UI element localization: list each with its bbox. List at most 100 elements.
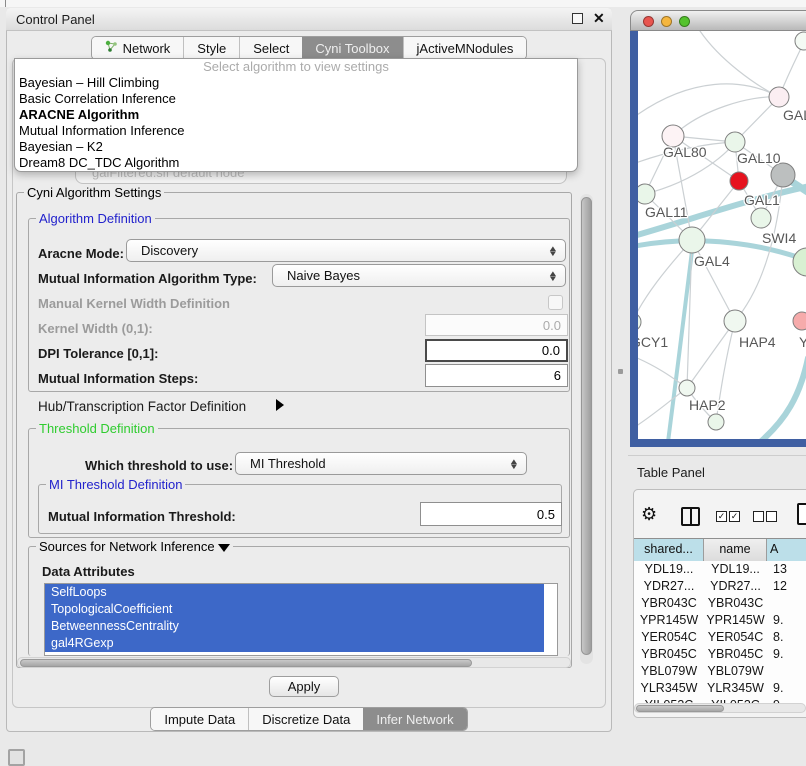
aracne-mode-label: Aracne Mode: <box>38 246 124 261</box>
network-canvas[interactable]: GALGAL80GAL10GAL1GAL11SWI4GAL4GCY1HAP4YH… <box>638 31 806 439</box>
table-hscrollbar[interactable] <box>634 703 806 713</box>
expand-arrow-icon[interactable] <box>276 399 284 411</box>
node-label-y: Y <box>799 334 806 350</box>
table-row[interactable]: YER054CYER054C8. <box>634 629 806 646</box>
dropdown-item-bayesian-hill-climbing[interactable]: Bayesian – Hill Climbing <box>15 75 577 91</box>
column-header-shared-[interactable]: shared... <box>634 539 704 561</box>
node-bottom[interactable] <box>708 414 724 430</box>
node-salmon[interactable] <box>793 312 806 330</box>
hub-section-label[interactable]: Hub/Transcription Factor Definition <box>38 399 246 414</box>
unchecked-checkbox-icon[interactable] <box>766 511 777 522</box>
node-gal10[interactable] <box>725 132 745 152</box>
settings-hscrollbar-thumb[interactable] <box>20 659 472 667</box>
tab-label: Network <box>123 41 171 56</box>
split-columns-icon[interactable] <box>681 507 700 526</box>
node-gcy1[interactable] <box>638 313 641 331</box>
settings-hscrollbar[interactable] <box>17 657 571 668</box>
tab-jactivemnodules[interactable]: jActiveMNodules <box>403 37 527 59</box>
checked-checkbox-icon[interactable]: ✓ <box>716 511 727 522</box>
tab-label: Impute Data <box>164 712 235 727</box>
tab-discretize-data[interactable]: Discretize Data <box>248 708 363 730</box>
table-row[interactable]: YBL079WYBL079W <box>634 663 806 680</box>
manual-kernel-label: Manual Kernel Width Definition <box>38 296 230 311</box>
zoom-traffic-light[interactable] <box>679 16 690 27</box>
column-header-a[interactable]: A <box>767 539 806 561</box>
attribute-item-topologicalcoefficient[interactable]: TopologicalCoefficient <box>45 601 544 618</box>
table-cell: YBL079W <box>704 663 767 680</box>
node-gray[interactable] <box>771 163 795 187</box>
tab-network[interactable]: Network <box>92 37 184 59</box>
node-label-gal1: GAL1 <box>744 192 780 208</box>
dropdown-item-basic-correlation-inference[interactable]: Basic Correlation Inference <box>15 91 577 107</box>
sources-group-title[interactable]: Sources for Network Inference <box>36 539 233 554</box>
float-panel-icon[interactable] <box>572 13 583 24</box>
node-gal1[interactable] <box>751 208 771 228</box>
node-swi4[interactable] <box>793 248 806 276</box>
node-top-right[interactable] <box>795 32 806 50</box>
stepper-icon: ▲▼ <box>508 459 520 469</box>
table-row[interactable]: YBR043CYBR043C <box>634 595 806 612</box>
minimized-panel-icon[interactable] <box>8 749 25 766</box>
settings-scrollbar[interactable] <box>580 194 593 664</box>
which-threshold-combo[interactable]: MI Threshold ▲▼ <box>235 452 527 475</box>
node-red-selected[interactable] <box>730 172 748 190</box>
table-cell <box>767 663 806 680</box>
tab-infer-network[interactable]: Infer Network <box>363 708 466 730</box>
algorithm-dropdown-placeholder: Select algorithm to view settings <box>15 59 577 75</box>
dpi-tolerance-field[interactable]: 0.0 <box>425 339 568 362</box>
node-gal11[interactable] <box>638 184 655 204</box>
data-attributes-list[interactable]: SelfLoopsTopologicalCoefficientBetweenne… <box>44 583 558 656</box>
node-hap4[interactable] <box>724 310 746 332</box>
tab-label: jActiveMNodules <box>417 41 514 56</box>
network-edge <box>758 358 806 439</box>
table-cell: 9. <box>767 646 806 663</box>
node-hap2[interactable] <box>679 380 695 396</box>
table-cell: YLR345W <box>704 680 767 697</box>
manual-kernel-checkbox[interactable] <box>548 295 563 310</box>
node-gal4[interactable] <box>679 227 705 253</box>
tab-select[interactable]: Select <box>239 37 302 59</box>
checked-checkbox-icon[interactable]: ✓ <box>729 511 740 522</box>
network-window-titlebar <box>630 10 806 31</box>
attribute-item-selfloops[interactable]: SelfLoops <box>45 584 544 601</box>
dropdown-item-bayesian-k2[interactable]: Bayesian – K2 <box>15 139 577 155</box>
table-row[interactable]: YPR145WYPR145W9. <box>634 612 806 629</box>
column-header-name[interactable]: name <box>704 539 767 561</box>
aracne-mode-combo[interactable]: Discovery ▲▼ <box>126 239 566 262</box>
table-cell: YDL19... <box>704 561 767 578</box>
close-panel-icon[interactable]: ✕ <box>593 9 605 27</box>
mi-threshold-field[interactable]: 0.5 <box>420 502 562 526</box>
mi-steps-field[interactable]: 6 <box>425 364 568 387</box>
unchecked-checkbox-icon[interactable] <box>753 511 764 522</box>
dropdown-item-dream8-dc-tdc-algorithm[interactable]: Dream8 DC_TDC Algorithm <box>15 155 577 171</box>
kernel-width-field[interactable]: 0.0 <box>425 314 568 336</box>
collapse-arrow-icon[interactable] <box>218 544 230 552</box>
pane-resize-handle[interactable] <box>618 369 623 374</box>
tab-cyni-toolbox[interactable]: Cyni Toolbox <box>302 37 402 59</box>
table-cell: 12 <box>767 578 806 595</box>
attribute-item-betweennesscentrality[interactable]: BetweennessCentrality <box>45 618 544 635</box>
table-row[interactable]: YLR345WYLR345W9. <box>634 680 806 697</box>
threshold-definition-title: Threshold Definition <box>36 421 158 436</box>
attribute-item-gal4rgexp[interactable]: gal4RGexp <box>45 635 544 652</box>
tab-style[interactable]: Style <box>183 37 239 59</box>
document-icon[interactable] <box>797 503 806 525</box>
table-row[interactable]: YBR045CYBR045C9. <box>634 646 806 663</box>
tab-label: Discretize Data <box>262 712 350 727</box>
table-hscrollbar-thumb[interactable] <box>636 705 724 712</box>
tab-impute-data[interactable]: Impute Data <box>151 708 248 730</box>
algorithm-dropdown-list[interactable]: Select algorithm to view settings Bayesi… <box>14 58 578 172</box>
close-traffic-light[interactable] <box>643 16 654 27</box>
apply-button[interactable]: Apply <box>269 676 339 697</box>
table-row[interactable]: YDR27...YDR27...12 <box>634 578 806 595</box>
network-edge <box>638 388 687 430</box>
settings-scrollbar-thumb[interactable] <box>581 197 592 655</box>
mi-type-combo[interactable]: Naive Bayes ▲▼ <box>272 264 566 287</box>
node-gal-clipped[interactable] <box>769 87 789 107</box>
minimize-traffic-light[interactable] <box>661 16 672 27</box>
dropdown-item-mutual-information-inference[interactable]: Mutual Information Inference <box>15 123 577 139</box>
table-header-row[interactable]: shared...nameA <box>634 538 806 562</box>
table-row[interactable]: YDL19...YDL19...13 <box>634 561 806 578</box>
dropdown-item-aracne-algorithm[interactable]: ARACNE Algorithm <box>15 107 577 123</box>
gear-icon[interactable]: ⚙ <box>641 504 657 525</box>
